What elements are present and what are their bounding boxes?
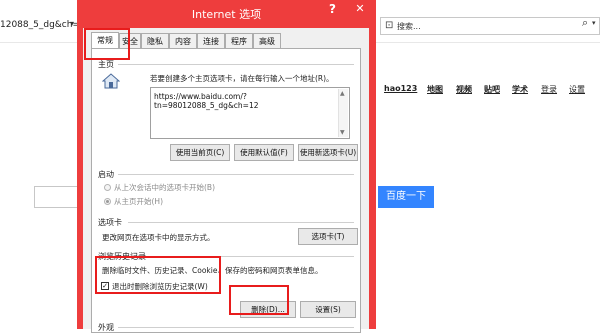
homepage-section-label: 主页 — [98, 60, 114, 69]
highlight-general-tab — [84, 28, 130, 60]
scroll-up-icon[interactable]: ▲ — [340, 90, 345, 97]
homepage-separator — [118, 64, 354, 65]
home-icon — [102, 73, 120, 89]
highlight-delete-button — [229, 285, 289, 315]
highlight-delete-on-exit — [95, 256, 221, 294]
browser-search-placeholder: 搜索... — [397, 22, 421, 31]
nav-link-hao123[interactable]: hao123 — [384, 84, 417, 93]
nav-link-login[interactable]: 登录 — [541, 84, 557, 95]
scroll-down-icon[interactable]: ▼ — [340, 129, 345, 136]
tabs-section-label: 选项卡 — [98, 218, 122, 227]
search-dropdown-icon[interactable]: ▾ — [592, 19, 596, 27]
tabs-description: 更改网页在选项卡中的显示方式。 — [102, 233, 215, 242]
startup-separator — [118, 174, 354, 175]
tabs-separator — [128, 222, 354, 223]
homepage-url: https://www.baidu.com/?tn=98012088_5_dg&… — [154, 92, 259, 110]
tab-privacy[interactable]: 隐私 — [141, 33, 169, 48]
search-icon[interactable]: ⌕ — [582, 16, 588, 30]
tab-content[interactable]: 内容 — [169, 33, 197, 48]
help-button[interactable]: ? — [329, 2, 336, 16]
radio-home[interactable] — [104, 198, 111, 205]
appearance-separator — [118, 327, 354, 328]
radio-last-session-label: 从上次会话中的选项卡开始(B) — [114, 183, 215, 192]
nav-link-xueshu[interactable]: 学术 — [512, 84, 528, 95]
use-new-tab-button[interactable]: 使用新选项卡(U) — [298, 144, 358, 161]
tabs-settings-button[interactable]: 选项卡(T) — [298, 228, 358, 245]
homepage-description: 若要创建多个主页选项卡，请在每行输入一个地址(R)。 — [150, 74, 334, 83]
close-button[interactable]: ✕ — [347, 0, 373, 16]
tab-programs[interactable]: 程序 — [225, 33, 253, 48]
baidu-search-button[interactable]: 百度一下 — [378, 186, 434, 208]
homepage-url-textarea[interactable]: https://www.baidu.com/?tn=98012088_5_dg&… — [150, 87, 350, 139]
nav-link-tieba[interactable]: 贴吧 — [484, 84, 500, 95]
use-current-button[interactable]: 使用当前页(C) — [170, 144, 230, 161]
tab-connections[interactable]: 连接 — [197, 33, 225, 48]
baidu-search-input[interactable] — [34, 186, 78, 208]
address-bar-text[interactable]: 12088_5_dg&ch=12 — [0, 15, 91, 35]
appearance-section-label: 外观 — [98, 323, 114, 332]
startup-section-label: 启动 — [98, 170, 114, 179]
use-default-button[interactable]: 使用默认值(F) — [234, 144, 294, 161]
radio-last-session[interactable] — [104, 184, 111, 191]
address-dropdown-icon[interactable]: ▾ — [70, 19, 74, 28]
radio-home-label: 从主页开始(H) — [114, 197, 163, 206]
tab-advanced[interactable]: 高级 — [253, 33, 281, 48]
browser-search-box[interactable]: ⊡ 搜索... — [380, 17, 600, 35]
nav-link-video[interactable]: 视频 — [456, 84, 472, 95]
history-settings-button[interactable]: 设置(S) — [300, 301, 356, 318]
textarea-scrollbar[interactable]: ▲ ▼ — [338, 89, 348, 137]
nav-link-settings[interactable]: 设置 — [569, 84, 585, 95]
search-provider-icon: ⊡ — [385, 20, 394, 31]
nav-link-map[interactable]: 地图 — [427, 84, 443, 95]
